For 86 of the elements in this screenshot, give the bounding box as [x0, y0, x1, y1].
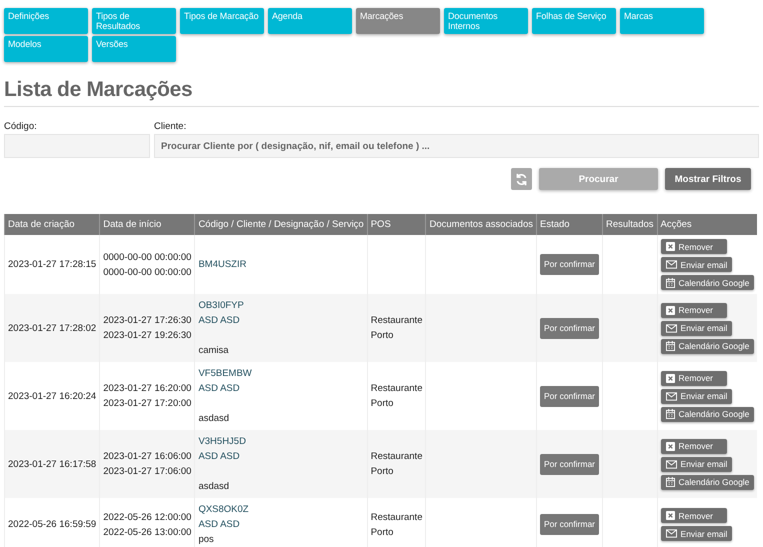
table-cell-text: 2022-05-26 16:59:59 [8, 518, 96, 532]
status-badge: Por confirmar [540, 454, 599, 474]
table-cell-text: Porto [370, 329, 394, 343]
envelope-icon [666, 392, 677, 400]
booking-code-link[interactable]: OB3I0FYP [198, 300, 244, 311]
status-badge: Por confirmar [540, 514, 599, 535]
envelope-icon [666, 460, 677, 468]
table-cell: pos [198, 534, 214, 545]
field-label: Cliente: [154, 121, 188, 132]
close-icon [666, 374, 675, 382]
status-badge: Por confirmar [540, 386, 599, 406]
table-cell-text: 2023-01-27 16:17:58 [8, 458, 96, 472]
show-filters-button[interactable]: Mostrar Filtros [665, 168, 751, 190]
table-cell-text: Porto [370, 465, 394, 479]
refresh-button[interactable] [511, 168, 532, 190]
table-cell-text: 0000-00-00 00:00:00 [103, 266, 192, 280]
action-button[interactable]: Enviar email [660, 388, 732, 404]
action-button[interactable]: Remover [660, 239, 727, 254]
table-cell-text: 2023-01-27 16:06:00 [103, 450, 192, 464]
refresh-icon [515, 172, 528, 186]
nav-tab[interactable]: Marcações [356, 8, 440, 34]
code-field[interactable] [4, 134, 150, 158]
table-cell-text: 0000-00-00 00:00:00 [103, 250, 192, 264]
table-cell: asdasd [198, 413, 230, 424]
action-button[interactable]: Remover [660, 302, 727, 318]
table-cell-text: 2023-01-27 17:28:15 [8, 258, 96, 272]
calendar-icon [666, 477, 675, 487]
table-cell-text: 2022-05-26 12:00:00 [103, 510, 192, 524]
table-cell-text: Porto [370, 397, 394, 411]
table-cell-text: 2023-01-27 19:26:30 [103, 329, 192, 343]
column-header: POS [367, 214, 426, 235]
table-cell-text: Porto [370, 526, 394, 540]
action-button[interactable]: Remover [660, 508, 727, 523]
close-icon [666, 442, 675, 450]
calendar-icon [666, 341, 675, 351]
action-button[interactable]: Enviar email [660, 320, 732, 336]
table-cell-text: Restaurante [370, 314, 422, 328]
client-name: ASD ASD [198, 383, 240, 394]
action-button[interactable]: Calendário Google [660, 474, 754, 490]
booking-code-link[interactable]: V3H5HJ5D [198, 436, 246, 447]
column-header: Data de criação [4, 214, 100, 235]
table-cell-text: 2023-01-27 17:28:02 [8, 322, 96, 336]
column-header: Código / Cliente / Designação / Serviço [194, 214, 368, 235]
envelope-icon [666, 529, 677, 538]
table-cell-text: Restaurante [370, 510, 422, 524]
booking-code-link[interactable]: BM4USZIR [198, 259, 246, 270]
action-button[interactable]: Enviar email [660, 456, 732, 472]
column-header: Estado [536, 214, 602, 235]
table-cell: asdasd [198, 481, 230, 492]
table-cell-text: Restaurante [370, 450, 422, 464]
status-badge: Por confirmar [540, 318, 599, 338]
action-button[interactable]: Calendário Google [660, 338, 754, 354]
table-cell-text: 2023-01-27 16:20:24 [8, 390, 96, 404]
table-cell-text: 2023-01-27 17:06:00 [103, 465, 192, 479]
close-icon [666, 242, 675, 251]
table-cell: camisa [198, 345, 229, 356]
action-button[interactable]: Calendário Google [660, 275, 754, 290]
action-button[interactable]: Remover [660, 438, 727, 454]
close-icon [666, 511, 675, 520]
client-search-field[interactable]: Procurar Cliente por ( designação, nif, email ou telefone ) ... [154, 134, 759, 158]
table-cell-text: 2022-05-26 13:00:00 [103, 526, 192, 540]
calendar-icon [666, 409, 675, 419]
column-header: Resultados [602, 214, 658, 235]
table-cell-text: Restaurante [370, 382, 422, 396]
action-button[interactable]: Remover [660, 370, 727, 386]
action-button[interactable]: Enviar email [660, 257, 732, 272]
client-name: ASD ASD [198, 519, 240, 530]
table-cell-text: 2023-01-27 16:20:00 [103, 382, 192, 396]
booking-code-link[interactable]: VF5BEMBW [198, 368, 252, 379]
column-header: Documentos associados [426, 214, 536, 235]
status-badge: Por confirmar [540, 254, 599, 275]
envelope-icon [666, 324, 677, 332]
column-header: Acções [657, 214, 758, 235]
envelope-icon [666, 260, 677, 269]
action-button[interactable]: Calendário Google [660, 406, 754, 422]
field-label: Código: [4, 121, 38, 132]
close-icon [666, 306, 675, 314]
action-button[interactable]: Enviar email [660, 526, 732, 541]
client-name: ASD ASD [198, 451, 240, 462]
column-header: Data de início [100, 214, 195, 235]
calendar-icon [666, 278, 675, 288]
table-cell-text: 2023-01-27 17:26:30 [103, 314, 192, 328]
table-cell-text: 2023-01-27 17:20:00 [103, 397, 192, 411]
page-title: Lista de Marcações [4, 78, 759, 107]
booking-code-link[interactable]: QXS8OK0Z [198, 504, 249, 515]
client-name: ASD ASD [198, 315, 240, 326]
